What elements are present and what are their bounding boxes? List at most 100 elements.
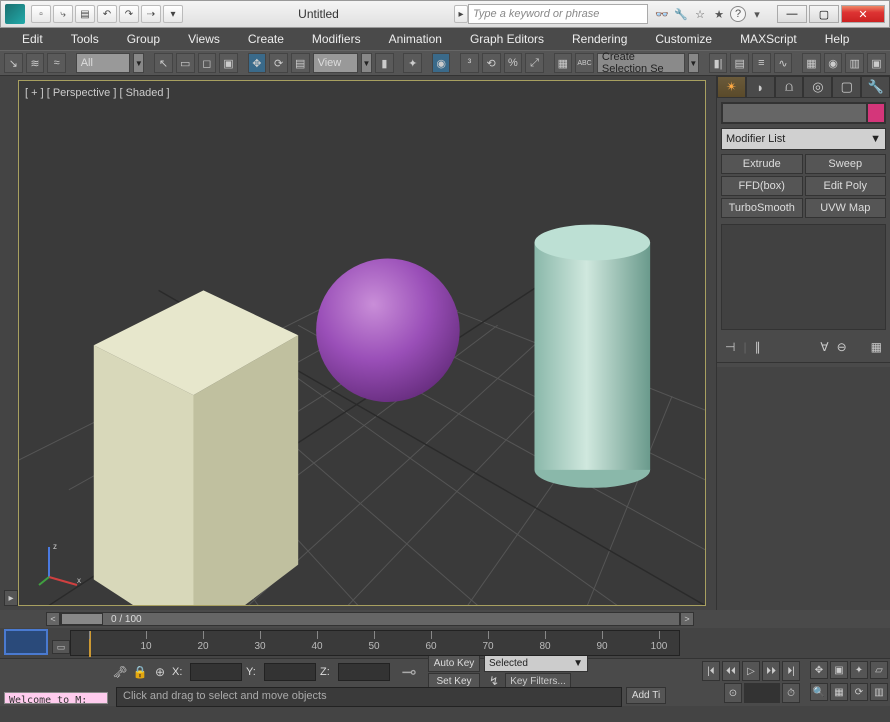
- unlink-tool-icon[interactable]: ≋: [26, 53, 45, 73]
- prev-frame-icon[interactable]: ⏴⏴: [722, 661, 740, 681]
- render-setup-icon[interactable]: ▥: [845, 53, 864, 73]
- key-icon[interactable]: 🔧: [673, 6, 689, 22]
- selection-set[interactable]: Create Selection Se: [597, 53, 685, 73]
- lock2-icon[interactable]: 🔒: [132, 664, 148, 680]
- align-icon[interactable]: ▤: [730, 53, 749, 73]
- bind-tool-icon[interactable]: ≈: [47, 53, 66, 73]
- nav-pan-icon[interactable]: ✥: [810, 661, 828, 679]
- search-toggle-icon[interactable]: ▸: [454, 5, 468, 23]
- time-slider-handle[interactable]: [61, 613, 103, 625]
- rect-select-icon[interactable]: ◻: [198, 53, 217, 73]
- manipulate-icon[interactable]: ✦: [403, 53, 422, 73]
- modifier-list-dropdown[interactable]: Modifier List▼: [721, 128, 886, 150]
- tab-utilities-icon[interactable]: 🔧: [861, 76, 890, 98]
- menu-create[interactable]: Create: [236, 30, 296, 48]
- maximize-button[interactable]: ▢: [809, 5, 839, 23]
- open-icon[interactable]: ⤷: [53, 5, 73, 23]
- maxscript-listener[interactable]: Welcome to M:: [4, 692, 108, 704]
- make-unique-icon[interactable]: ∀: [820, 340, 828, 354]
- next-frame-icon[interactable]: ⏵⏵: [762, 661, 780, 681]
- new-icon[interactable]: ▫: [31, 5, 51, 23]
- material-icon[interactable]: ◉: [824, 53, 843, 73]
- tab-motion-icon[interactable]: ◎: [803, 76, 832, 98]
- select-tool-icon[interactable]: ↖: [154, 53, 173, 73]
- time-slider-track[interactable]: 0 / 100: [60, 612, 680, 626]
- goto-end-icon[interactable]: ⏵|: [782, 661, 800, 681]
- help-icon[interactable]: ?: [730, 6, 746, 22]
- nav-fov-icon[interactable]: ▱: [870, 661, 888, 679]
- curve-editor-icon[interactable]: ∿: [774, 53, 793, 73]
- selection-filter-dd[interactable]: ▼: [133, 53, 144, 73]
- menu-help[interactable]: Help: [813, 30, 862, 48]
- editsel-icon[interactable]: ▦: [554, 53, 573, 73]
- mod-ffdbox[interactable]: FFD(box): [721, 176, 803, 196]
- goto-start-icon[interactable]: |⏴: [702, 661, 720, 681]
- menu-views[interactable]: Views: [176, 30, 232, 48]
- help-more-icon[interactable]: ▾: [749, 6, 765, 22]
- menu-tools[interactable]: Tools: [59, 30, 111, 48]
- schematic-icon[interactable]: ▦: [802, 53, 821, 73]
- mirror-icon[interactable]: ▮|: [709, 53, 728, 73]
- menu-animation[interactable]: Animation: [377, 30, 454, 48]
- mod-extrude[interactable]: Extrude: [721, 154, 803, 174]
- show-result-icon[interactable]: ∥: [755, 340, 761, 354]
- star-icon[interactable]: ☆: [692, 6, 708, 22]
- configure-icon[interactable]: ▦: [871, 340, 882, 354]
- remove-mod-icon[interactable]: ⊖: [837, 340, 847, 354]
- time-scroll-left-icon[interactable]: <: [46, 612, 60, 626]
- app-icon[interactable]: [5, 4, 25, 24]
- pin-stack-icon[interactable]: ⊣: [725, 340, 735, 354]
- link-icon[interactable]: ⇢: [141, 5, 161, 23]
- menu-group[interactable]: Group: [115, 30, 172, 48]
- help-search-input[interactable]: Type a keyword or phrase: [468, 4, 648, 24]
- nav-zoomext-icon[interactable]: ▣: [830, 661, 848, 679]
- abs-rel-icon[interactable]: ⊕: [152, 664, 168, 680]
- x-input[interactable]: [190, 663, 242, 681]
- save-icon[interactable]: ▤: [75, 5, 95, 23]
- key-step-icon[interactable]: ⊙: [724, 683, 742, 703]
- autokey-button[interactable]: Auto Key: [428, 655, 480, 672]
- close-button[interactable]: ✕: [841, 5, 885, 23]
- trackbar[interactable]: 102030405060708090100: [70, 630, 680, 656]
- object-color-swatch[interactable]: [867, 103, 885, 123]
- viewport-expand-icon[interactable]: ▸: [4, 590, 18, 606]
- tab-create-icon[interactable]: ✴: [717, 76, 746, 98]
- redo-icon[interactable]: ↷: [119, 5, 139, 23]
- z-input[interactable]: [338, 663, 390, 681]
- rotate-tool-icon[interactable]: ⟳: [269, 53, 288, 73]
- setkey-big-icon[interactable]: ⊸: [394, 661, 424, 683]
- minimize-button[interactable]: —: [777, 5, 807, 23]
- mod-editpoly[interactable]: Edit Poly: [805, 176, 887, 196]
- menu-edit[interactable]: Edit: [10, 30, 55, 48]
- mini-curve-icon[interactable]: ▭: [52, 640, 70, 654]
- menu-grapheditors[interactable]: Graph Editors: [458, 30, 556, 48]
- tab-display-icon[interactable]: ▢: [832, 76, 861, 98]
- selection-filter[interactable]: All: [76, 53, 130, 73]
- select-name-icon[interactable]: ▭: [176, 53, 195, 73]
- frame-input[interactable]: [744, 683, 780, 703]
- undo-icon[interactable]: ↶: [97, 5, 117, 23]
- render-icon[interactable]: ▣: [867, 53, 886, 73]
- menu-modifiers[interactable]: Modifiers: [300, 30, 373, 48]
- abc-icon[interactable]: ABC: [575, 53, 594, 73]
- nav-zoomall-icon[interactable]: ▦: [830, 683, 848, 701]
- spinner-snap-icon[interactable]: ⤢: [525, 53, 544, 73]
- viewport[interactable]: [ + ] [ Perspective ] [ Shaded ]: [18, 80, 706, 606]
- y-input[interactable]: [264, 663, 316, 681]
- play-icon[interactable]: ▷: [742, 661, 760, 681]
- mod-turbosmooth[interactable]: TurboSmooth: [721, 198, 803, 218]
- object-name-input[interactable]: [722, 103, 867, 123]
- nav-maxmin-icon[interactable]: ▥: [870, 683, 888, 701]
- qat-more-icon[interactable]: ▾: [163, 5, 183, 23]
- menu-maxscript[interactable]: MAXScript: [728, 30, 809, 48]
- lock-icon[interactable]: 🗝: [112, 664, 128, 680]
- trackbar-thumb[interactable]: [4, 629, 48, 655]
- modifier-stack[interactable]: [721, 224, 886, 330]
- ref-coord[interactable]: View: [313, 53, 358, 73]
- move-tool-icon[interactable]: ✥: [248, 53, 267, 73]
- menu-customize[interactable]: Customize: [643, 30, 724, 48]
- angle-snap-icon[interactable]: ⟲: [482, 53, 501, 73]
- snap-2d-icon[interactable]: ³: [460, 53, 479, 73]
- layers-icon[interactable]: ≡: [752, 53, 771, 73]
- pct-snap-icon[interactable]: %: [504, 53, 523, 73]
